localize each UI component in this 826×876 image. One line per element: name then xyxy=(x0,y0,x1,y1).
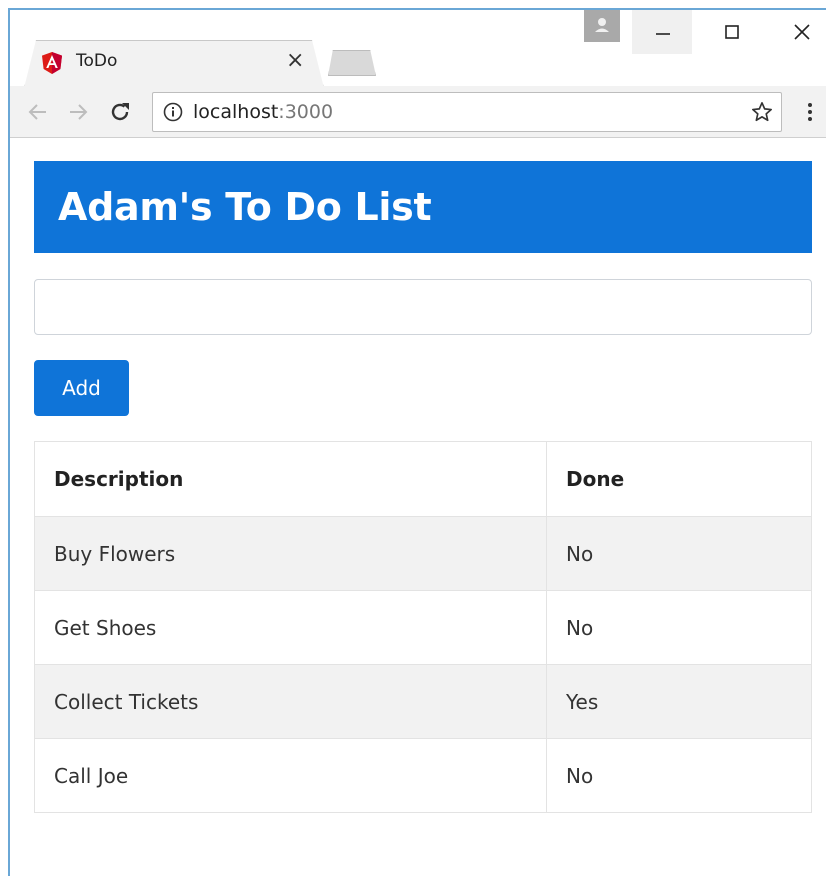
table-row: Buy Flowers No xyxy=(34,516,812,591)
cell-done: No xyxy=(546,516,812,591)
browser-toolbar: localhost:3000 xyxy=(10,86,826,138)
new-todo-input[interactable] xyxy=(34,279,812,335)
reload-icon[interactable] xyxy=(108,100,132,124)
cell-done: Yes xyxy=(546,664,812,739)
tab-todo[interactable] xyxy=(24,40,324,88)
maximize-icon xyxy=(725,25,739,39)
url-host: localhost xyxy=(193,101,279,123)
cell-done: No xyxy=(546,590,812,665)
close-icon xyxy=(794,24,810,40)
header-done: Done xyxy=(546,441,812,517)
table-row: Get Shoes No xyxy=(34,590,812,665)
forward-arrow-icon[interactable] xyxy=(66,100,90,124)
back-arrow-icon[interactable] xyxy=(26,100,50,124)
url-port: :3000 xyxy=(278,101,334,123)
add-button[interactable]: Add xyxy=(34,360,129,416)
table-row: Call Joe No xyxy=(34,738,812,813)
angular-logo-icon xyxy=(42,52,62,74)
url-text[interactable]: localhost:3000 xyxy=(193,101,333,123)
maximize-button[interactable] xyxy=(700,10,760,54)
cell-description: Call Joe xyxy=(34,738,547,813)
page-content: Adam's To Do List Add Description Done B… xyxy=(10,139,826,876)
minimize-button[interactable] xyxy=(632,10,692,54)
star-icon[interactable] xyxy=(751,101,773,123)
address-bar[interactable]: localhost:3000 xyxy=(152,92,782,132)
user-icon xyxy=(595,18,609,32)
kebab-menu-icon[interactable] xyxy=(798,100,822,124)
tab-strip: ToDo × xyxy=(10,10,826,86)
page-title: Adam's To Do List xyxy=(58,185,432,229)
new-tab-button[interactable] xyxy=(328,50,376,76)
app-header: Adam's To Do List xyxy=(34,161,812,253)
tab-title: ToDo xyxy=(76,51,118,71)
cell-description: Collect Tickets xyxy=(34,664,547,739)
todo-table: Description Done Buy Flowers No Get Shoe… xyxy=(34,441,812,813)
tab-close-icon[interactable]: × xyxy=(286,48,304,74)
info-icon[interactable] xyxy=(163,102,183,122)
profile-button[interactable] xyxy=(584,10,620,42)
browser-window: ToDo × localhost:3000 Adam's To Do List … xyxy=(8,8,826,876)
cell-description: Get Shoes xyxy=(34,590,547,665)
close-window-button[interactable] xyxy=(770,10,826,54)
table-header-row: Description Done xyxy=(34,441,812,517)
minimize-icon xyxy=(656,33,670,35)
cell-description: Buy Flowers xyxy=(34,516,547,591)
cell-done: No xyxy=(546,738,812,813)
header-description: Description xyxy=(34,441,547,517)
table-row: Collect Tickets Yes xyxy=(34,664,812,739)
